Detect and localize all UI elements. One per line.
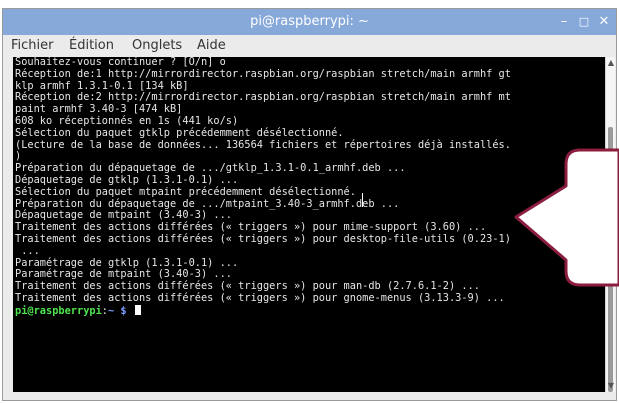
vertical-scrollbar[interactable]: ▲ ▼ bbox=[605, 57, 615, 392]
maximize-icon[interactable]: □ bbox=[576, 9, 592, 35]
minimize-icon[interactable]: – bbox=[556, 9, 572, 35]
menu-bar: Fichier Édition Onglets Aide bbox=[3, 35, 616, 57]
ibeam-cursor-icon bbox=[362, 193, 367, 207]
text-cursor bbox=[134, 304, 141, 315]
menu-aide[interactable]: Aide bbox=[197, 35, 226, 57]
window-title: pi@raspberrypi: ~ bbox=[250, 14, 369, 29]
prompt-user: pi@raspberrypi bbox=[15, 304, 102, 317]
terminal-line: Sélection du paquet mtpaint précédemment… bbox=[15, 185, 356, 198]
terminal-line: (Lecture de la base de données... 136564… bbox=[15, 138, 511, 151]
terminal-line: ... bbox=[15, 244, 40, 257]
prompt-path: ~ $ bbox=[108, 304, 127, 317]
prompt-line: pi@raspberrypi:~ $ bbox=[15, 304, 141, 318]
menu-onglets[interactable]: Onglets bbox=[132, 35, 182, 57]
scroll-up-icon[interactable]: ▲ bbox=[606, 57, 616, 69]
scroll-down-icon[interactable]: ▼ bbox=[606, 380, 616, 392]
terminal-line: Traitement des actions différées (« trig… bbox=[15, 233, 511, 245]
terminal-output[interactable]: Souhaitez-vous continuer ? [O/n] o Récep… bbox=[13, 57, 605, 392]
title-bar[interactable]: pi@raspberrypi: ~ – □ ✕ bbox=[3, 9, 616, 35]
menu-fichier[interactable]: Fichier bbox=[11, 35, 54, 57]
terminal-window: pi@raspberrypi: ~ – □ ✕ Fichier Édition … bbox=[2, 8, 617, 401]
terminal-line: Sélection du paquet gtklp précédemment d… bbox=[15, 126, 344, 139]
terminal-line: Traitement des actions différées (« trig… bbox=[15, 292, 505, 304]
terminal-line: Réception de:1 http://mirrordirector.ras… bbox=[15, 67, 511, 80]
scrollbar-thumb[interactable] bbox=[608, 127, 613, 392]
menu-edition[interactable]: Édition bbox=[69, 35, 114, 57]
close-icon[interactable]: ✕ bbox=[596, 9, 612, 35]
